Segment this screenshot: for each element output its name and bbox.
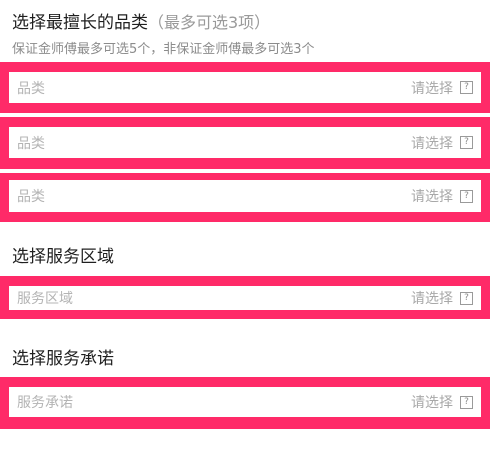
- promise-title: 选择服务承诺: [12, 349, 114, 369]
- select-placeholder: 请选择: [411, 395, 453, 411]
- area-title: 选择服务区域: [12, 247, 114, 267]
- service-area-label: 服务区域: [17, 291, 73, 307]
- select-placeholder: 请选择: [411, 291, 453, 307]
- select-placeholder: 请选择: [411, 135, 453, 152]
- specialty-limit-note: （最多可选3项）: [148, 13, 271, 32]
- category-select-2[interactable]: 品类 请选择 ?: [0, 117, 490, 169]
- category-select-1[interactable]: 品类 请选择 ?: [0, 62, 490, 113]
- service-settings-page: 选择最擅长的品类（最多可选3项） 保证金师傅最多可选5个，非保证金师傅最多可选3…: [0, 0, 490, 452]
- category-label: 品类: [17, 135, 45, 152]
- category-label: 品类: [17, 80, 45, 97]
- service-promise-select[interactable]: 服务承诺 请选择 ?: [0, 377, 490, 429]
- question-box-icon: ?: [460, 81, 473, 94]
- question-box-icon: ?: [460, 395, 473, 409]
- service-area-select[interactable]: 服务区域 请选择 ?: [0, 276, 490, 319]
- specialty-heading: 选择最擅长的品类（最多可选3项）: [12, 8, 270, 33]
- category-select-3[interactable]: 品类 请选择 ?: [0, 173, 490, 222]
- category-label: 品类: [17, 189, 45, 205]
- select-placeholder: 请选择: [411, 189, 453, 205]
- question-box-icon: ?: [460, 291, 473, 305]
- select-placeholder: 请选择: [411, 80, 453, 97]
- specialty-title: 选择最擅长的品类: [12, 13, 148, 33]
- question-box-icon: ?: [460, 189, 473, 203]
- service-promise-label: 服务承诺: [17, 395, 73, 411]
- question-box-icon: ?: [460, 136, 473, 149]
- specialty-subtitle: 保证金师傅最多可选5个，非保证金师傅最多可选3个: [12, 42, 315, 57]
